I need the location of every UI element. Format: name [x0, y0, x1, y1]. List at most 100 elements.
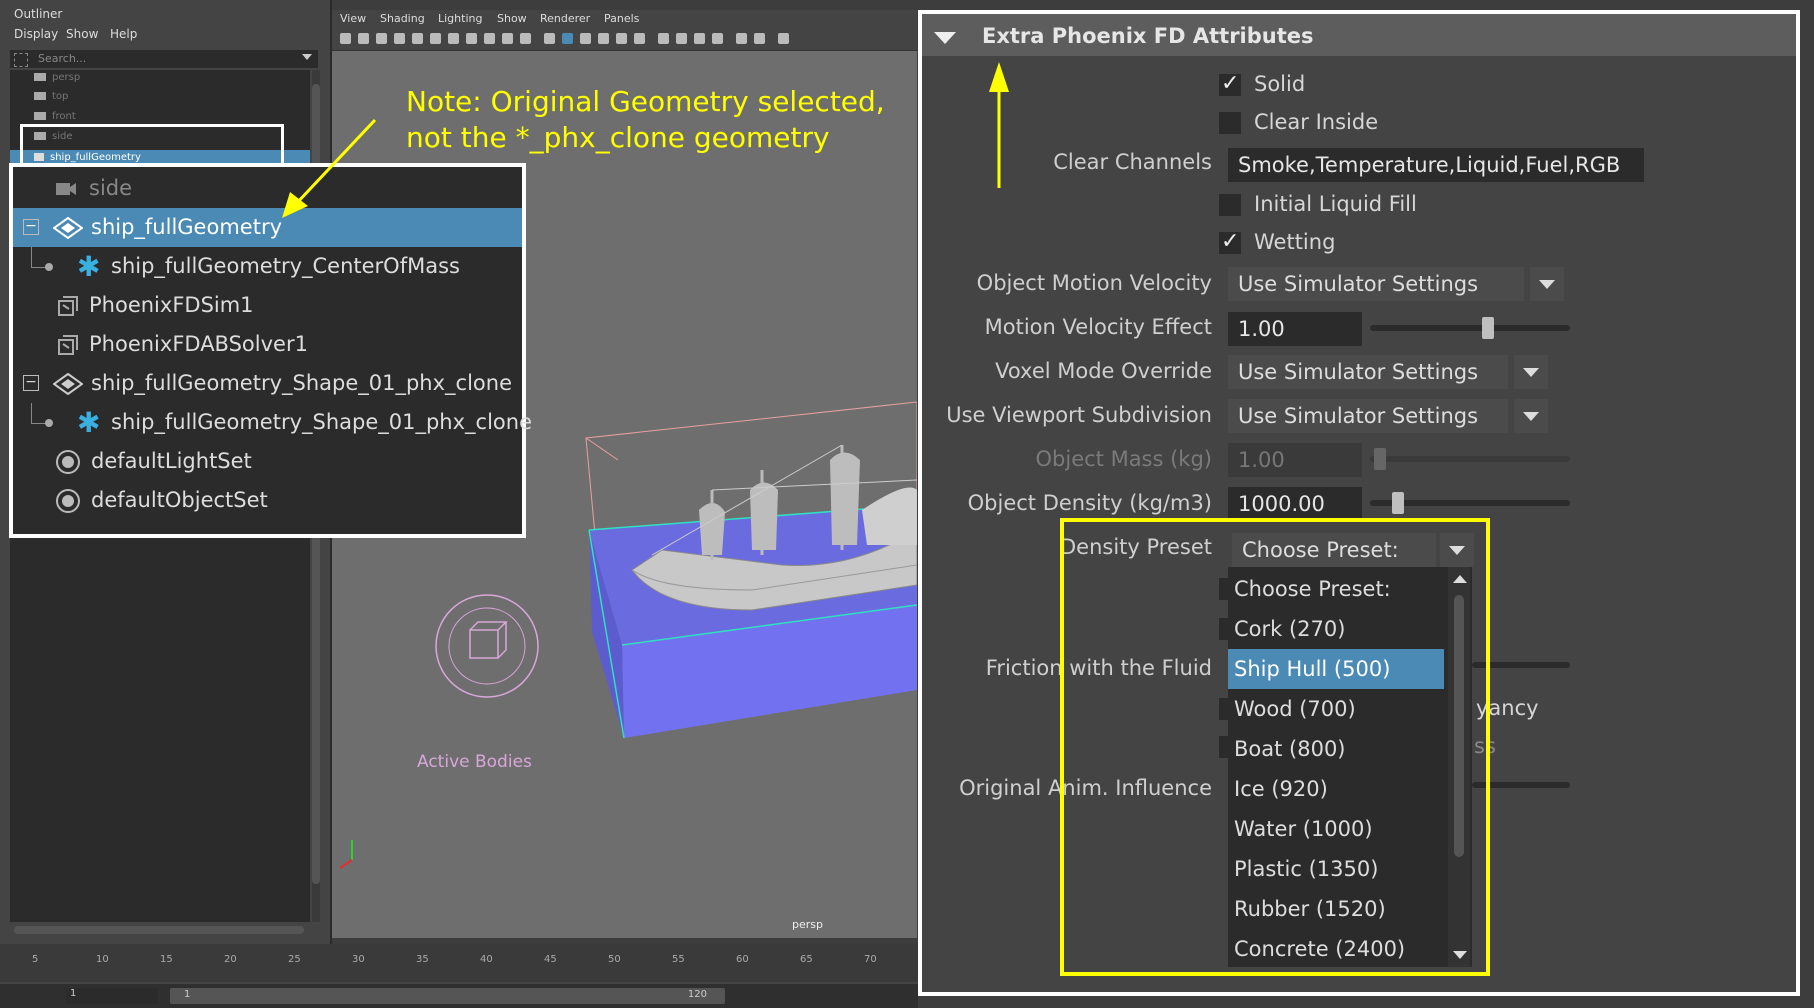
zoom-item-phx-clone-shape[interactable]: ✱ ship_fullGeometry_Shape_01_phx_clone — [13, 403, 532, 442]
resolution-gate-icon[interactable] — [448, 33, 459, 44]
annotation-arrow — [282, 118, 377, 218]
wireframe-on-shaded-icon[interactable] — [580, 33, 591, 44]
panel-layout-icon[interactable] — [778, 33, 789, 44]
active-bodies-icon — [435, 594, 539, 698]
isolate-select-icon[interactable] — [736, 33, 747, 44]
chevron-down-icon[interactable] — [302, 54, 312, 60]
search-filter-icon[interactable] — [14, 53, 28, 67]
object-density-field[interactable]: 1000.00 — [1228, 487, 1362, 521]
camera-attr-icon[interactable] — [358, 33, 369, 44]
tick-label: 65 — [800, 954, 813, 965]
range-slider[interactable]: 1 120 — [170, 988, 725, 1004]
film-gate-icon[interactable] — [430, 33, 441, 44]
motion-velocity-effect-slider[interactable] — [1370, 325, 1570, 331]
slider-handle[interactable] — [1392, 492, 1404, 514]
solid-checkbox[interactable] — [1219, 71, 1241, 96]
range-slider-bar: 1 1 120 — [0, 984, 918, 1008]
chevron-down-icon[interactable] — [1514, 355, 1548, 389]
initial-liquid-fill-label: Initial Liquid Fill — [1254, 192, 1417, 216]
outliner-title: Outliner — [14, 7, 63, 21]
gate-mask-icon[interactable] — [466, 33, 477, 44]
zoom-item-side[interactable]: side — [13, 169, 522, 208]
object-density-label: Object Density (kg/m3) — [967, 491, 1212, 515]
transform-icon — [53, 217, 83, 239]
zoom-item-defaultobjectset[interactable]: defaultObjectSet — [13, 481, 522, 520]
antialiasing-icon[interactable] — [694, 33, 705, 44]
zoom-item-ship-fullgeometry[interactable]: − ship_fullGeometry — [13, 208, 522, 247]
tick-label: 20 — [224, 954, 237, 965]
outliner-item-top[interactable]: top — [34, 87, 68, 106]
annotation-note-line1: Note: Original Geometry selected, — [406, 85, 885, 118]
time-slider[interactable] — [0, 944, 918, 982]
locator-icon: ✱ — [77, 406, 101, 439]
depth-of-field-icon[interactable] — [712, 33, 723, 44]
field-chart-icon[interactable] — [484, 33, 495, 44]
shadows-icon[interactable] — [634, 33, 645, 44]
timeline[interactable]: 5 10 15 20 25 30 35 40 45 50 55 60 65 70… — [0, 944, 918, 1008]
bookmark-icon[interactable] — [376, 33, 387, 44]
camera-icon[interactable] — [340, 33, 351, 44]
range-start-label: 1 — [184, 989, 191, 1000]
zoom-item-phx-clone[interactable]: − ship_fullGeometry_Shape_01_phx_clone — [13, 364, 522, 403]
object-motion-velocity-select[interactable]: Use Simulator Settings — [1228, 267, 1524, 301]
safe-action-icon[interactable] — [502, 33, 513, 44]
image-plane-icon[interactable] — [394, 33, 405, 44]
outliner-menu-display[interactable]: Display — [14, 27, 58, 41]
phoenix-solver-icon — [58, 335, 78, 355]
xray-icon[interactable] — [754, 33, 765, 44]
viewport-menu-view[interactable]: View — [340, 12, 366, 25]
outliner-item-persp[interactable]: persp — [34, 68, 80, 87]
ambient-occlusion-icon[interactable] — [658, 33, 669, 44]
chevron-down-icon[interactable] — [1530, 267, 1564, 301]
tick-label: 40 — [480, 954, 493, 965]
clear-channels-field[interactable]: Smoke,Temperature,Liquid,Fuel,RGB — [1228, 148, 1644, 182]
phoenix-sim-icon — [58, 296, 78, 316]
motion-velocity-effect-label: Motion Velocity Effect — [984, 315, 1212, 339]
initial-liquid-fill-checkbox[interactable] — [1219, 194, 1241, 216]
viewport-menu-panels[interactable]: Panels — [604, 12, 639, 25]
tree-line — [31, 247, 32, 267]
textured-icon[interactable] — [598, 33, 609, 44]
zoom-item-centerofmass[interactable]: ✱ ship_fullGeometry_CenterOfMass — [13, 247, 522, 286]
outliner-hscrollbar[interactable] — [14, 926, 304, 934]
motion-blur-icon[interactable] — [676, 33, 687, 44]
collapse-icon[interactable]: − — [23, 219, 39, 235]
chevron-down-icon[interactable] — [1514, 399, 1548, 433]
clear-inside-checkbox[interactable] — [1219, 112, 1241, 134]
collapse-icon[interactable]: − — [23, 375, 39, 391]
start-frame-field[interactable]: 1 — [66, 988, 158, 1004]
tick-label: 15 — [160, 954, 173, 965]
wireframe-icon[interactable] — [544, 33, 555, 44]
zoom-item-phoenixfdsim[interactable]: PhoenixFDSim1 — [13, 286, 522, 325]
voxel-mode-override-label: Voxel Mode Override — [995, 359, 1212, 383]
outliner-zoom-inset: side − ship_fullGeometry ✱ ship_fullGeom… — [9, 163, 532, 538]
viewport-menu-shading[interactable]: Shading — [380, 12, 425, 25]
motion-velocity-effect-field[interactable]: 1.00 — [1228, 312, 1362, 346]
section-header[interactable]: Extra Phoenix FD Attributes — [922, 14, 1796, 56]
wetting-label: Wetting — [1254, 230, 1336, 254]
active-bodies-label: Active Bodies — [417, 752, 532, 772]
viewport-toolbar — [332, 28, 917, 51]
solid-label: Solid — [1254, 72, 1306, 96]
zoom-item-phoenixfdabsolver[interactable]: PhoenixFDABSolver1 — [13, 325, 522, 364]
viewport-menu-renderer[interactable]: Renderer — [540, 12, 590, 25]
smooth-shade-icon[interactable] — [562, 33, 573, 44]
lights-icon[interactable] — [616, 33, 627, 44]
viewport-menu-lighting[interactable]: Lighting — [438, 12, 482, 25]
outliner-search-input[interactable]: Search... — [10, 50, 318, 68]
zoom-item-defaultlightset[interactable]: defaultLightSet — [13, 442, 522, 481]
tick-label: 10 — [96, 954, 109, 965]
object-motion-velocity-label: Object Motion Velocity — [976, 271, 1212, 295]
grid-icon[interactable] — [412, 33, 423, 44]
use-viewport-subdivision-select[interactable]: Use Simulator Settings — [1228, 399, 1508, 433]
voxel-mode-override-select[interactable]: Use Simulator Settings — [1228, 355, 1508, 389]
safe-title-icon[interactable] — [520, 33, 531, 44]
wetting-checkbox[interactable] — [1219, 229, 1241, 254]
slider-handle[interactable] — [1482, 317, 1494, 339]
outliner-menu-help[interactable]: Help — [110, 27, 137, 41]
outliner-menu-show[interactable]: Show — [66, 27, 98, 41]
viewport-menu-show[interactable]: Show — [497, 12, 527, 25]
tick-label: 55 — [672, 954, 685, 965]
collapse-triangle-icon[interactable] — [934, 32, 956, 44]
set-icon — [56, 489, 80, 513]
